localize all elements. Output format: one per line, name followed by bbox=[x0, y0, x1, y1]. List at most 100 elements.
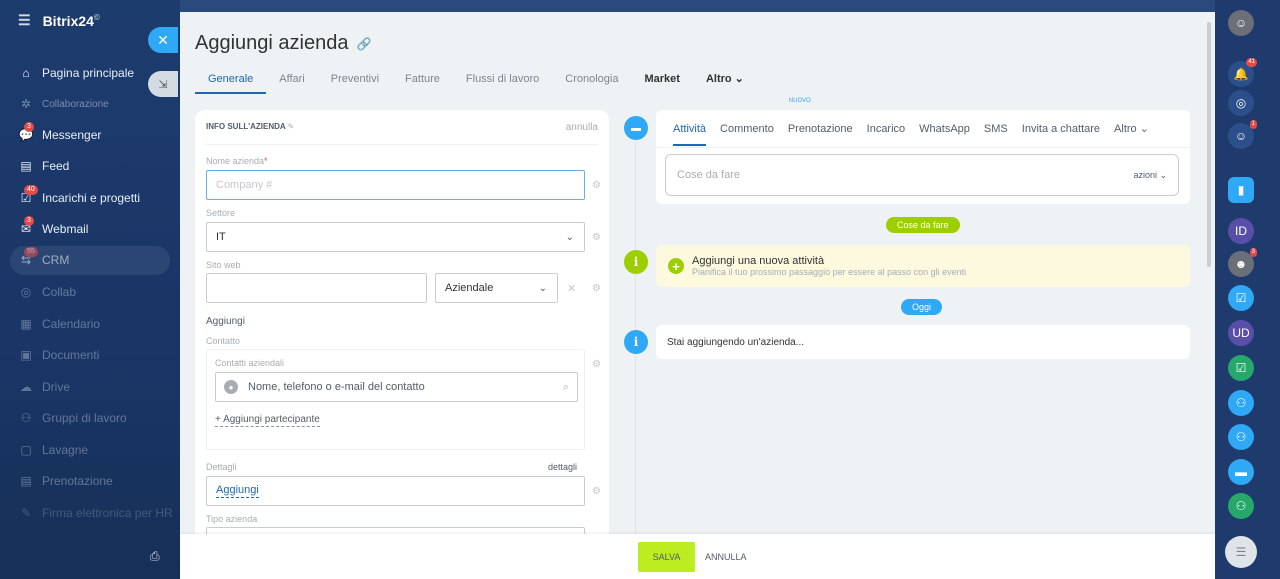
tl-tab-activity[interactable]: Attività bbox=[666, 110, 713, 148]
group-icon[interactable]: ⚇ bbox=[1228, 390, 1254, 416]
tab-preventivi[interactable]: Preventivi bbox=[318, 72, 392, 94]
panel-tabs: Generale Affari Preventivi Fatture Fluss… bbox=[195, 72, 757, 94]
contact-search-input[interactable]: ● Nome, telefono o e-mail del contatto ⌕ bbox=[215, 372, 578, 402]
chat-group-icon[interactable]: ▬ bbox=[1228, 459, 1254, 485]
card-header: INFO SULL'AZIENDA ✎ annulla bbox=[206, 122, 598, 145]
link-icon[interactable]: 🔗 bbox=[356, 37, 371, 51]
sidebar-item-messenger[interactable]: 💬 3 Messenger bbox=[18, 122, 101, 147]
gear-icon[interactable]: ⚙ bbox=[592, 232, 601, 243]
details-label: Dettagli bbox=[206, 462, 237, 472]
user-avatar[interactable]: ☺ bbox=[1228, 10, 1254, 36]
bell-icon[interactable]: 🔔 41 bbox=[1228, 58, 1257, 87]
tl-tab-more[interactable]: Altro ⌄ bbox=[1107, 110, 1156, 148]
tl-tab-booking[interactable]: NUOVO Prenotazione bbox=[781, 98, 860, 148]
scrollbar[interactable] bbox=[1207, 22, 1211, 267]
hint-subtitle: Pianifica il tuo prossimo passaggio per … bbox=[692, 267, 967, 277]
tab-cronologia[interactable]: Cronologia bbox=[552, 72, 631, 94]
edit-pencil-icon[interactable]: ✎ bbox=[288, 122, 295, 131]
boards-icon: ▢ bbox=[20, 443, 32, 457]
more-menu-icon[interactable]: ☰ bbox=[1225, 536, 1257, 568]
sidebar-item-drive[interactable]: ☁ Drive bbox=[18, 375, 70, 399]
details-field[interactable]: Aggiungi bbox=[206, 476, 585, 506]
website-input[interactable] bbox=[206, 273, 427, 303]
badge: 3 bbox=[1249, 248, 1257, 257]
sidebar-item-feed[interactable]: ▤ Feed bbox=[18, 154, 69, 178]
tab-fatture[interactable]: Fatture bbox=[392, 72, 453, 94]
group-icon[interactable]: ⚇ bbox=[1228, 424, 1254, 450]
tab-market[interactable]: Market bbox=[631, 72, 692, 94]
cancel-button[interactable]: ANNULLA bbox=[705, 542, 747, 572]
bookmark-icon[interactable]: ▮ bbox=[1228, 177, 1254, 203]
right-sidebar: ☺ 🔔 41 ◎ ☺ 1 ▮ ID ☻ 3 ☑ UD ☑ ⚇ ⚇ ▬ ⚇ ☰ bbox=[1215, 0, 1280, 579]
person-icon: ● bbox=[224, 380, 238, 394]
plus-icon[interactable]: + bbox=[668, 258, 684, 274]
sidebar-item-crm[interactable]: ⇆ 55 CRM bbox=[18, 247, 69, 272]
actions-dropdown[interactable]: azioni ⌄ bbox=[1133, 170, 1167, 181]
info-icon: i bbox=[624, 330, 648, 354]
gear-icon[interactable]: ⚙ bbox=[592, 283, 601, 294]
contact-avatar[interactable]: ☻ 3 bbox=[1228, 248, 1257, 277]
tl-tab-sms[interactable]: SMS bbox=[977, 110, 1015, 148]
adding-company-item: Stai aggiungendo un'azienda... bbox=[656, 325, 1190, 359]
add-participant-link[interactable]: + Aggiungi partecipante bbox=[215, 414, 320, 427]
task-icon[interactable]: ☑ bbox=[1228, 285, 1254, 311]
details-add-link[interactable]: Aggiungi bbox=[216, 484, 259, 498]
minimize-panel-button[interactable]: ⇲ bbox=[148, 71, 178, 97]
card-cancel-link[interactable]: annulla bbox=[566, 122, 598, 144]
logo[interactable]: ☰ Bitrix24© bbox=[18, 12, 100, 29]
chat-icon[interactable]: ☺ 1 bbox=[1228, 120, 1257, 149]
tab-altro[interactable]: Altro ⌄ bbox=[693, 72, 757, 94]
tl-tab-task[interactable]: Incarico bbox=[860, 110, 913, 148]
printer-icon[interactable]: ⎙ bbox=[150, 549, 160, 564]
gear-icon[interactable]: ⚙ bbox=[592, 180, 601, 191]
new-badge: NUOVO bbox=[788, 97, 811, 104]
hint-title: Aggiungi una nuova attività bbox=[692, 255, 825, 267]
company-contacts-label: Contatti aziendali bbox=[215, 358, 285, 368]
sidebar-item-sign[interactable]: ✎ Firma elettronica per HR bbox=[18, 501, 173, 525]
calendar-icon: ▦ bbox=[20, 317, 32, 331]
badge: 3 bbox=[24, 122, 34, 132]
search-icon[interactable]: ⌕ bbox=[563, 381, 569, 394]
sidebar-item-tasks[interactable]: ☑ 40 Incarichi e progetti bbox=[18, 185, 140, 210]
copilot-icon[interactable]: ◎ bbox=[1228, 90, 1254, 116]
sidebar-item-collab-section[interactable]: ✲ Collaborazione bbox=[18, 92, 109, 116]
tl-tab-comment[interactable]: Commento bbox=[713, 110, 781, 148]
save-button[interactable]: SALVA bbox=[638, 542, 695, 572]
sidebar-item-groups[interactable]: ⚇ Gruppi di lavoro bbox=[18, 406, 127, 430]
sidebar-item-docs[interactable]: ▣ Documenti bbox=[18, 343, 99, 367]
task-icon[interactable]: ☑ bbox=[1228, 355, 1254, 381]
badge: 55 bbox=[24, 247, 38, 257]
sidebar-item-webmail[interactable]: ✉ 3 Webmail bbox=[18, 216, 88, 241]
sidebar-item-calendar[interactable]: ▦ Calendario bbox=[18, 312, 100, 336]
contact-avatar[interactable]: UD bbox=[1228, 320, 1254, 346]
tl-tab-invite[interactable]: Invita a chattare bbox=[1015, 110, 1107, 148]
remove-icon[interactable]: ✕ bbox=[567, 282, 576, 295]
booking-icon: ▤ bbox=[20, 474, 32, 488]
add-activity-hint[interactable]: + Aggiungi una nuova attività Pianifica … bbox=[656, 245, 1190, 287]
tab-flussi[interactable]: Flussi di lavoro bbox=[453, 72, 552, 94]
sidebar-item-home[interactable]: ⌂ Pagina principale bbox=[18, 61, 134, 85]
company-name-input[interactable]: Company # bbox=[206, 170, 585, 200]
sidebar-item-collab[interactable]: ◎ Collab bbox=[18, 280, 76, 304]
sidebar-item-booking[interactable]: ▤ Prenotazione bbox=[18, 469, 112, 493]
gear-icon[interactable]: ⚙ bbox=[592, 486, 601, 497]
contact-avatar[interactable]: ID bbox=[1228, 218, 1254, 244]
details-link[interactable]: dettagli bbox=[548, 462, 577, 472]
todo-input[interactable]: Cose da fare azioni ⌄ bbox=[665, 154, 1179, 196]
add-company-panel: Aggiungi azienda 🔗 Generale Affari Preve… bbox=[180, 12, 1215, 579]
page-title: Aggiungi azienda 🔗 bbox=[195, 32, 372, 54]
gear-icon[interactable]: ⚙ bbox=[592, 359, 601, 370]
tab-generale[interactable]: Generale bbox=[195, 72, 267, 94]
tl-tab-whatsapp[interactable]: WhatsApp bbox=[912, 110, 977, 148]
group-icon[interactable]: ⚇ bbox=[1228, 493, 1254, 519]
today-pill: Oggi bbox=[901, 299, 943, 315]
sidebar-item-boards[interactable]: ▢ Lavagne bbox=[18, 438, 88, 462]
sector-select[interactable]: IT ⌄ bbox=[206, 222, 585, 252]
tab-affari[interactable]: Affari bbox=[266, 72, 317, 94]
website-type-select[interactable]: Aziendale ⌄ bbox=[435, 273, 558, 303]
contact-box: Contatti aziendali ● Nome, telefono o e-… bbox=[206, 349, 585, 450]
menu-icon[interactable]: ☰ bbox=[18, 12, 31, 29]
todo-pill: Cose da fare bbox=[886, 217, 960, 233]
close-panel-button[interactable]: ✕ bbox=[148, 27, 178, 53]
home-icon: ⌂ bbox=[22, 66, 30, 80]
